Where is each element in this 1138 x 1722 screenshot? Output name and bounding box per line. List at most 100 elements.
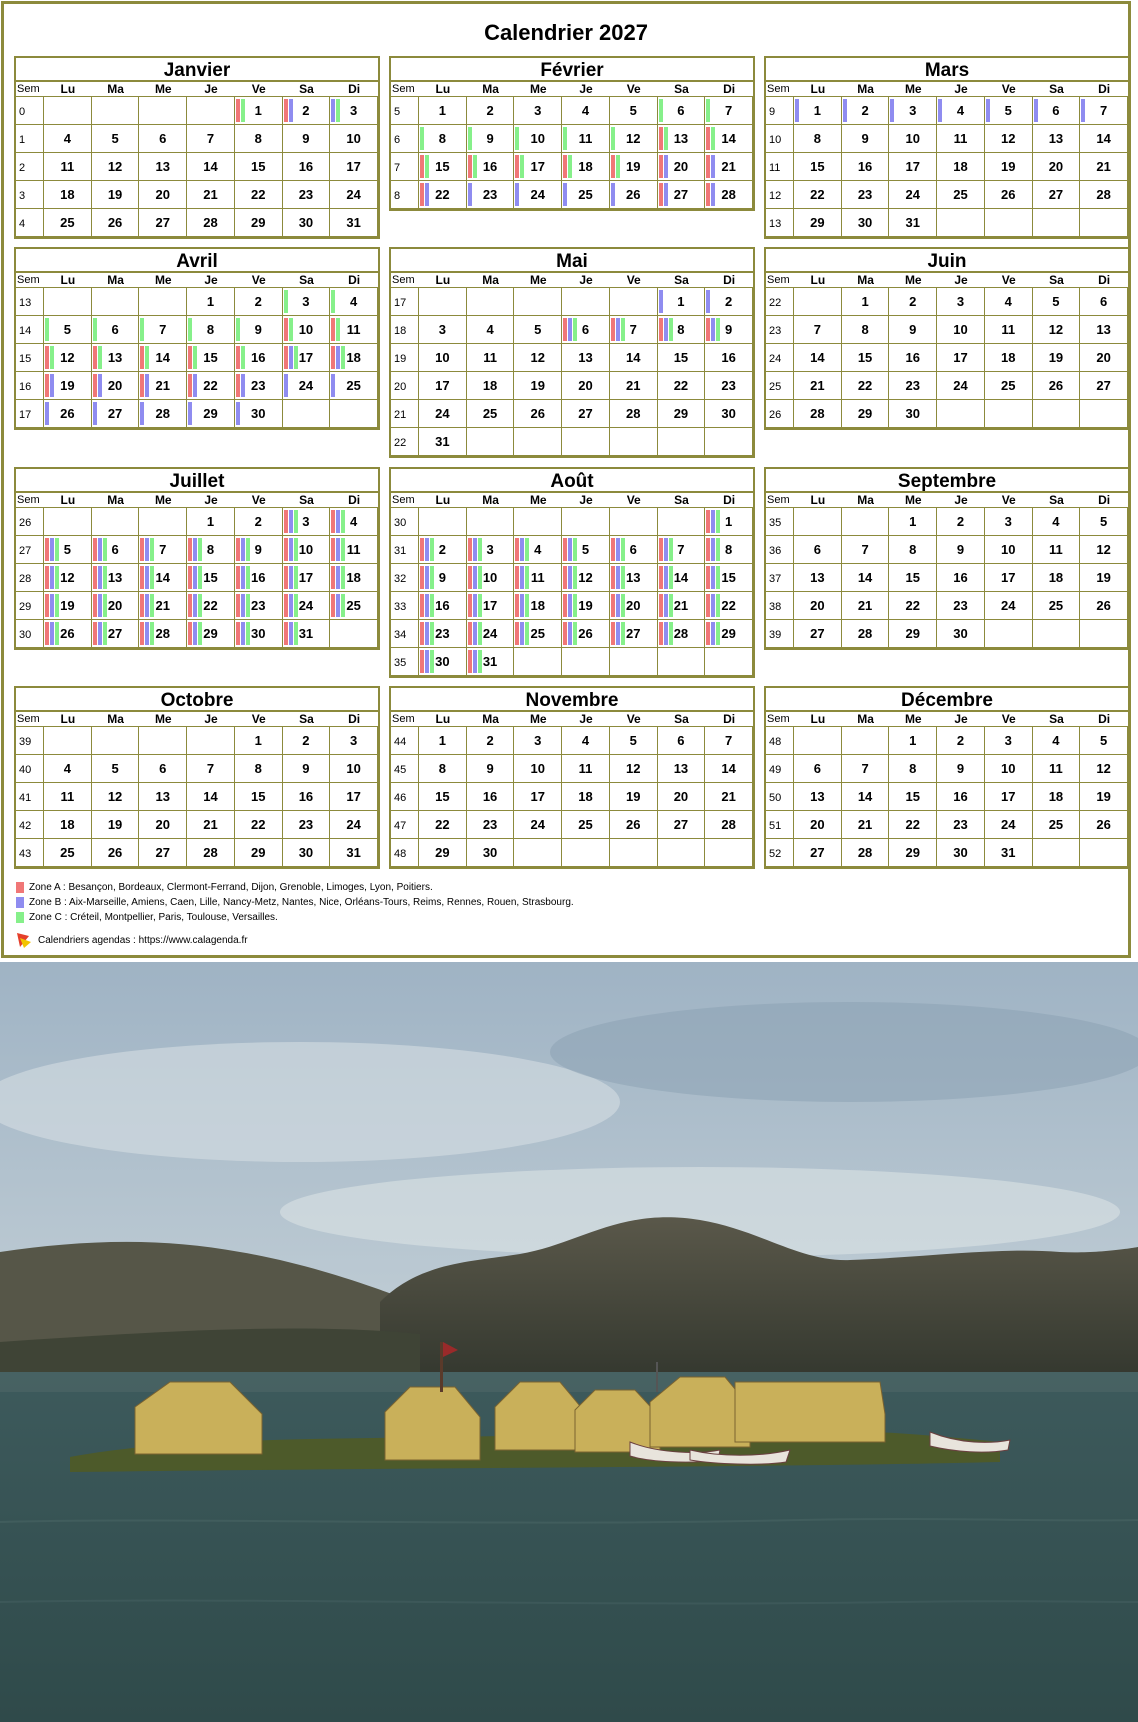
holiday-zone-bars: [467, 566, 482, 589]
day-cell: 15: [705, 564, 753, 592]
day-number: 25: [1048, 817, 1064, 832]
day-cell: 5: [1080, 508, 1128, 536]
day-cell: 14: [705, 125, 753, 153]
holiday-zone-bars: [658, 622, 673, 645]
day-number: 12: [107, 789, 123, 804]
zone-a-bar: [235, 346, 240, 369]
zone-a-bar: [658, 127, 663, 150]
zone-c-swatch: [16, 912, 24, 923]
day-cell: 30: [937, 839, 985, 867]
holiday-zone-bars: [610, 566, 625, 589]
day-cell: 26: [91, 839, 140, 867]
zone-c-bar: [620, 594, 625, 617]
weekday-header: Sa: [657, 273, 706, 288]
day-cell: 19: [1080, 564, 1128, 592]
day-cell: 2: [937, 508, 985, 536]
day-number: 11: [1049, 542, 1063, 557]
day-number: 10: [1000, 542, 1016, 557]
week-number: 13: [766, 209, 794, 237]
zone-a-bar: [420, 650, 424, 673]
zone-b-bar: [145, 566, 150, 589]
holiday-zone-bars: [890, 99, 895, 122]
empty-day-cell: [1080, 620, 1128, 648]
weekday-header: Me: [889, 273, 938, 288]
zone-b-bar: [50, 374, 54, 397]
day-number: 5: [1052, 294, 1060, 309]
month-name: Septembre: [764, 467, 1130, 493]
day-cell: 15: [889, 783, 938, 811]
day-cell: 27: [794, 839, 842, 867]
weekday-header: Sa: [1032, 82, 1081, 97]
day-cell: 19: [1032, 344, 1081, 372]
day-cell: 18: [1032, 564, 1081, 592]
day-number: 19: [625, 789, 641, 804]
day-cell: 7: [187, 755, 235, 783]
credit-line: Calendriers agendas : https://www.calage…: [16, 932, 248, 948]
day-cell: 6: [1032, 97, 1081, 125]
day-number: 17: [905, 159, 921, 174]
day-number: 29: [857, 406, 873, 421]
day-number: 2: [302, 103, 310, 118]
day-cell: 29: [234, 839, 283, 867]
holiday-zone-bars: [140, 622, 155, 645]
zone-c-bar: [668, 318, 673, 341]
day-cell: 18: [937, 153, 985, 181]
zone-c-bar: [620, 566, 625, 589]
holiday-zone-bars: [563, 622, 578, 645]
day-cell: 25: [1032, 811, 1081, 839]
zone-b-bar: [711, 566, 716, 589]
day-number: 31: [905, 215, 921, 230]
zone-c-bar: [610, 127, 615, 150]
day-cell: 1: [187, 508, 235, 536]
day-number: 28: [155, 626, 171, 641]
day-number: 3: [302, 514, 310, 529]
zone-a-bar: [706, 566, 711, 589]
day-number: 16: [953, 789, 968, 804]
holiday-zone-bars: [515, 127, 520, 150]
day-cell: 6: [91, 316, 140, 344]
zone-b-bar: [193, 566, 198, 589]
holiday-zone-bars: [140, 594, 155, 617]
weekday-header: Je: [562, 82, 610, 97]
zone-c-bar: [706, 99, 711, 122]
day-cell: 1: [889, 727, 938, 755]
day-cell: 6: [139, 125, 188, 153]
day-cell: 22: [419, 811, 467, 839]
day-number: 17: [298, 570, 314, 585]
day-number: 19: [60, 598, 75, 613]
day-number: 4: [581, 733, 590, 748]
day-number: 14: [155, 350, 171, 365]
weekday-header: Ve: [234, 273, 283, 288]
zone-a-bar: [706, 510, 711, 533]
day-number: 15: [203, 350, 218, 365]
week-number: 16: [16, 372, 44, 400]
day-cell: 15: [419, 783, 467, 811]
day-number: 6: [159, 761, 167, 776]
zone-a-bar: [235, 99, 240, 122]
zone-a-bar: [610, 155, 615, 178]
zone-a-bar: [515, 594, 520, 617]
day-number: 30: [857, 215, 873, 230]
empty-day-cell: [514, 648, 563, 676]
holiday-zone-bars: [92, 622, 107, 645]
weekday-header: Sa: [1032, 273, 1081, 288]
week-number: 12: [766, 181, 794, 209]
holiday-zone-bars: [563, 183, 568, 206]
holiday-zone-bars: [92, 402, 97, 425]
day-number: 4: [534, 542, 542, 557]
zone-c-bar: [341, 566, 346, 589]
day-number: 16: [298, 789, 314, 804]
day-number: 21: [1096, 159, 1111, 174]
weekday-header: Ma: [841, 712, 890, 727]
day-cell: 19: [562, 592, 610, 620]
weekday-header: Me: [139, 493, 188, 508]
day-cell: 28: [139, 620, 188, 648]
holiday-zone-bars: [140, 374, 150, 397]
day-cell: 20: [609, 592, 658, 620]
zone-a-bar: [420, 183, 424, 206]
zone-b-bar: [240, 622, 245, 645]
day-number: 22: [203, 378, 218, 393]
holiday-zone-bars: [140, 402, 145, 425]
empty-day-cell: [187, 727, 235, 755]
zone-b-bar: [568, 594, 573, 617]
